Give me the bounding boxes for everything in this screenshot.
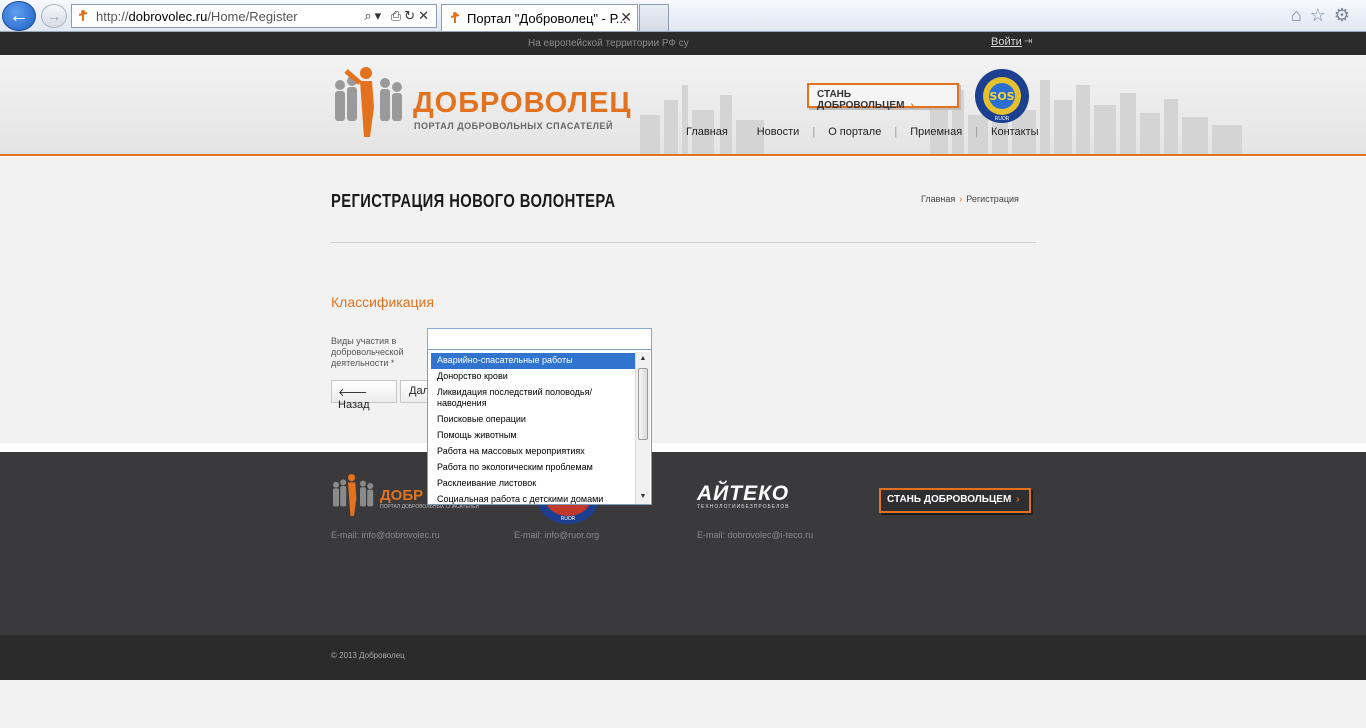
breadcrumb-current: Регистрация: [966, 194, 1019, 204]
top-info-bar: На европейской территории РФ су Войти ⇥: [0, 32, 1366, 55]
become-volunteer-button[interactable]: СТАНЬ ДОБРОВОЛЬЦЕМ ›: [807, 83, 959, 111]
address-bar[interactable]: http://dobrovolec.ru/Home/Register ⌕▾ ⎙↻…: [71, 4, 437, 28]
dropdown-option[interactable]: Ликвидация последствий половодья/наводне…: [431, 385, 635, 412]
browser-toolbar: ← → http://dobrovolec.ru/Home/Register ⌕…: [0, 0, 1366, 32]
dropdown-option[interactable]: Поисковые операции: [431, 412, 635, 428]
dropdown-options: Аварийно-спасательные работы Донорство к…: [431, 353, 635, 504]
site-header: ДОБРОВОЛЕЦ ПОРТАЛ ДОБРОВОЛЬНЫХ СПАСАТЕЛЕ…: [0, 55, 1366, 156]
scroll-down-icon[interactable]: ▼: [636, 490, 650, 504]
emblem-center-text: SOS: [989, 90, 1014, 103]
iteco-logo[interactable]: АЙТЕКО: [697, 482, 789, 506]
address-tools-icon[interactable]: ⌕▾ ⎙↻✕: [364, 8, 432, 24]
forward-arrow-icon[interactable]: →: [41, 4, 67, 28]
copyright-text: © 2013 Доброволец: [331, 651, 405, 660]
emblem-bottom-text: RUOR: [995, 116, 1010, 122]
logo-title[interactable]: ДОБРОВОЛЕЦ: [413, 87, 632, 120]
rescuers-union-emblem-icon[interactable]: SOS RUOR: [968, 68, 1036, 124]
participation-types-label: Виды участия в добровольческой деятельно…: [331, 336, 404, 368]
page-title: РЕГИСТРАЦИЯ НОВОГО ВОЛОНТЕРА: [331, 191, 616, 211]
tab-title: Портал "Доброволец" - Р...: [467, 11, 627, 26]
dropdown-option[interactable]: Помощь животным: [431, 428, 635, 444]
nav-item-news[interactable]: Новости: [744, 126, 813, 142]
tab-favicon-icon: [450, 12, 460, 23]
login-link[interactable]: Войти: [991, 36, 1022, 48]
participation-types-dropdown[interactable]: Аварийно-спасательные работы Донорство к…: [427, 349, 652, 505]
site-footer: ДОБР ПОРТАЛ ДОБРОВОЛЬНЫХ СПАСАТЕЛЕЙ RUOR…: [0, 452, 1366, 635]
login-arrow-icon: ⇥: [1024, 36, 1033, 47]
back-arrow-icon[interactable]: ←: [2, 1, 36, 31]
logo-subtitle: ПОРТАЛ ДОБРОВОЛЬНЫХ СПАСАТЕЛЕЙ: [414, 121, 613, 131]
footer-emblem-text: RUOR: [561, 516, 576, 522]
scrollbar-thumb[interactable]: [638, 368, 648, 440]
divider: [331, 242, 1036, 243]
dropdown-option[interactable]: Донорство крови: [431, 369, 635, 385]
chevron-right-icon: ›: [1016, 494, 1020, 505]
back-button[interactable]: 🡐 Назад: [331, 380, 397, 411]
nav-item-contacts[interactable]: Контакты: [978, 126, 1052, 142]
footer-email-ruor[interactable]: E-mail: info@ruor.org: [514, 530, 599, 540]
dropdown-option[interactable]: Работа на массовых мероприятиях: [431, 444, 635, 460]
chevron-right-icon: ›: [910, 100, 914, 111]
back-button-label: Назад: [338, 399, 370, 411]
main-content: РЕГИСТРАЦИЯ НОВОГО ВОЛОНТЕРА Главная › Рег…: [0, 157, 1366, 443]
section-title: Классификация: [331, 294, 434, 310]
back-arrow-icon: 🡐: [338, 387, 368, 399]
dropdown-scrollbar[interactable]: ▲ ▼: [635, 352, 650, 504]
iteco-tagline: ТЕХНОЛОГИИБЕЗПРОБЕЛОВ: [697, 504, 790, 510]
page-bottom-area: [0, 680, 1366, 728]
logo-people-icon: [335, 67, 402, 137]
dropdown-option[interactable]: Работа по экологическим проблемам: [431, 460, 635, 476]
footer-email-dobrovolec[interactable]: E-mail: info@dobrovolec.ru: [331, 530, 440, 540]
footer-logo-people-icon: [333, 474, 374, 516]
become-volunteer-label: СТАНЬ ДОБРОВОЛЬЦЕМ: [817, 89, 905, 111]
ticker-message: На европейской территории РФ су: [528, 38, 689, 49]
nav-item-reception[interactable]: Приемная: [897, 126, 975, 142]
footer-logo-title[interactable]: ДОБР: [380, 487, 423, 504]
url-text[interactable]: http://dobrovolec.ru/Home/Register: [96, 9, 298, 24]
dropdown-option[interactable]: Расклеивание листовок: [431, 476, 635, 492]
nav-item-home[interactable]: Главная: [686, 126, 741, 142]
browser-tab[interactable]: Портал "Доброволец" - Р... ✕: [441, 4, 638, 31]
site-favicon-icon: [78, 10, 88, 21]
dropdown-option[interactable]: Социальная работа с детскими домами: [431, 492, 635, 504]
close-tab-icon[interactable]: ✕: [620, 9, 632, 26]
scroll-up-icon[interactable]: ▲: [636, 352, 650, 366]
nav-item-about[interactable]: О портале: [815, 126, 894, 142]
home-favorites-settings-icons[interactable]: ⌂☆⚙: [1291, 5, 1358, 26]
main-navigation: Главная | Новости | О портале | Приемная…: [686, 126, 1052, 142]
copyright-bar: © 2013 Доброволец: [0, 635, 1366, 680]
dropdown-option[interactable]: Аварийно-спасательные работы: [431, 353, 635, 369]
footer-email-iteco[interactable]: E-mail: dobrovolec@i-teco.ru: [697, 530, 813, 540]
breadcrumb-chevron-icon: ›: [959, 194, 963, 204]
new-tab-button[interactable]: [639, 4, 669, 31]
breadcrumb-home-link[interactable]: Главная: [921, 194, 955, 204]
breadcrumb: Главная › Регистрация: [921, 194, 1019, 204]
footer-become-volunteer-button[interactable]: СТАНЬ ДОБРОВОЛЬЦЕМ ›: [879, 488, 1031, 513]
footer-cta-label: СТАНЬ ДОБРОВОЛЬЦЕМ: [887, 494, 1012, 505]
